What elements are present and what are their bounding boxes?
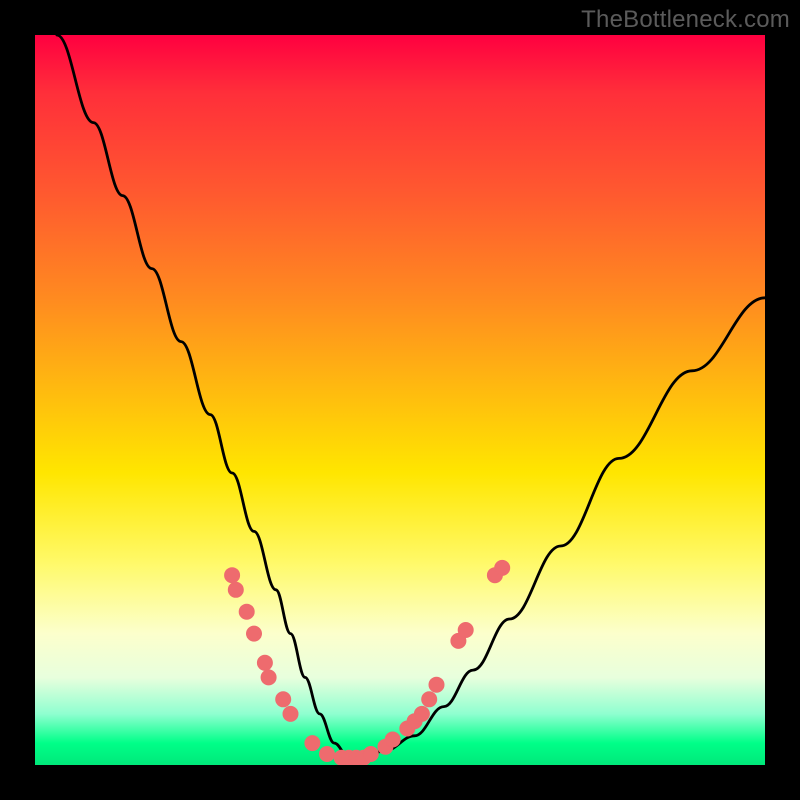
chart-frame: TheBottleneck.com: [0, 0, 800, 800]
data-point: [261, 670, 276, 685]
data-point: [276, 692, 291, 707]
data-point: [422, 692, 437, 707]
data-point: [257, 655, 272, 670]
plot-area: [35, 35, 765, 765]
data-point: [385, 732, 400, 747]
data-point: [228, 582, 243, 597]
bottleneck-curve: [57, 35, 765, 758]
highlighted-points: [225, 560, 510, 765]
data-point: [320, 747, 335, 762]
data-point: [458, 623, 473, 638]
data-point: [429, 677, 444, 692]
data-point: [225, 568, 240, 583]
watermark-text: TheBottleneck.com: [581, 6, 790, 34]
chart-svg: [35, 35, 765, 765]
data-point: [239, 604, 254, 619]
data-point: [414, 706, 429, 721]
data-point: [247, 626, 262, 641]
data-point: [283, 706, 298, 721]
data-point: [495, 560, 510, 575]
data-point: [363, 747, 378, 762]
data-point: [305, 736, 320, 751]
